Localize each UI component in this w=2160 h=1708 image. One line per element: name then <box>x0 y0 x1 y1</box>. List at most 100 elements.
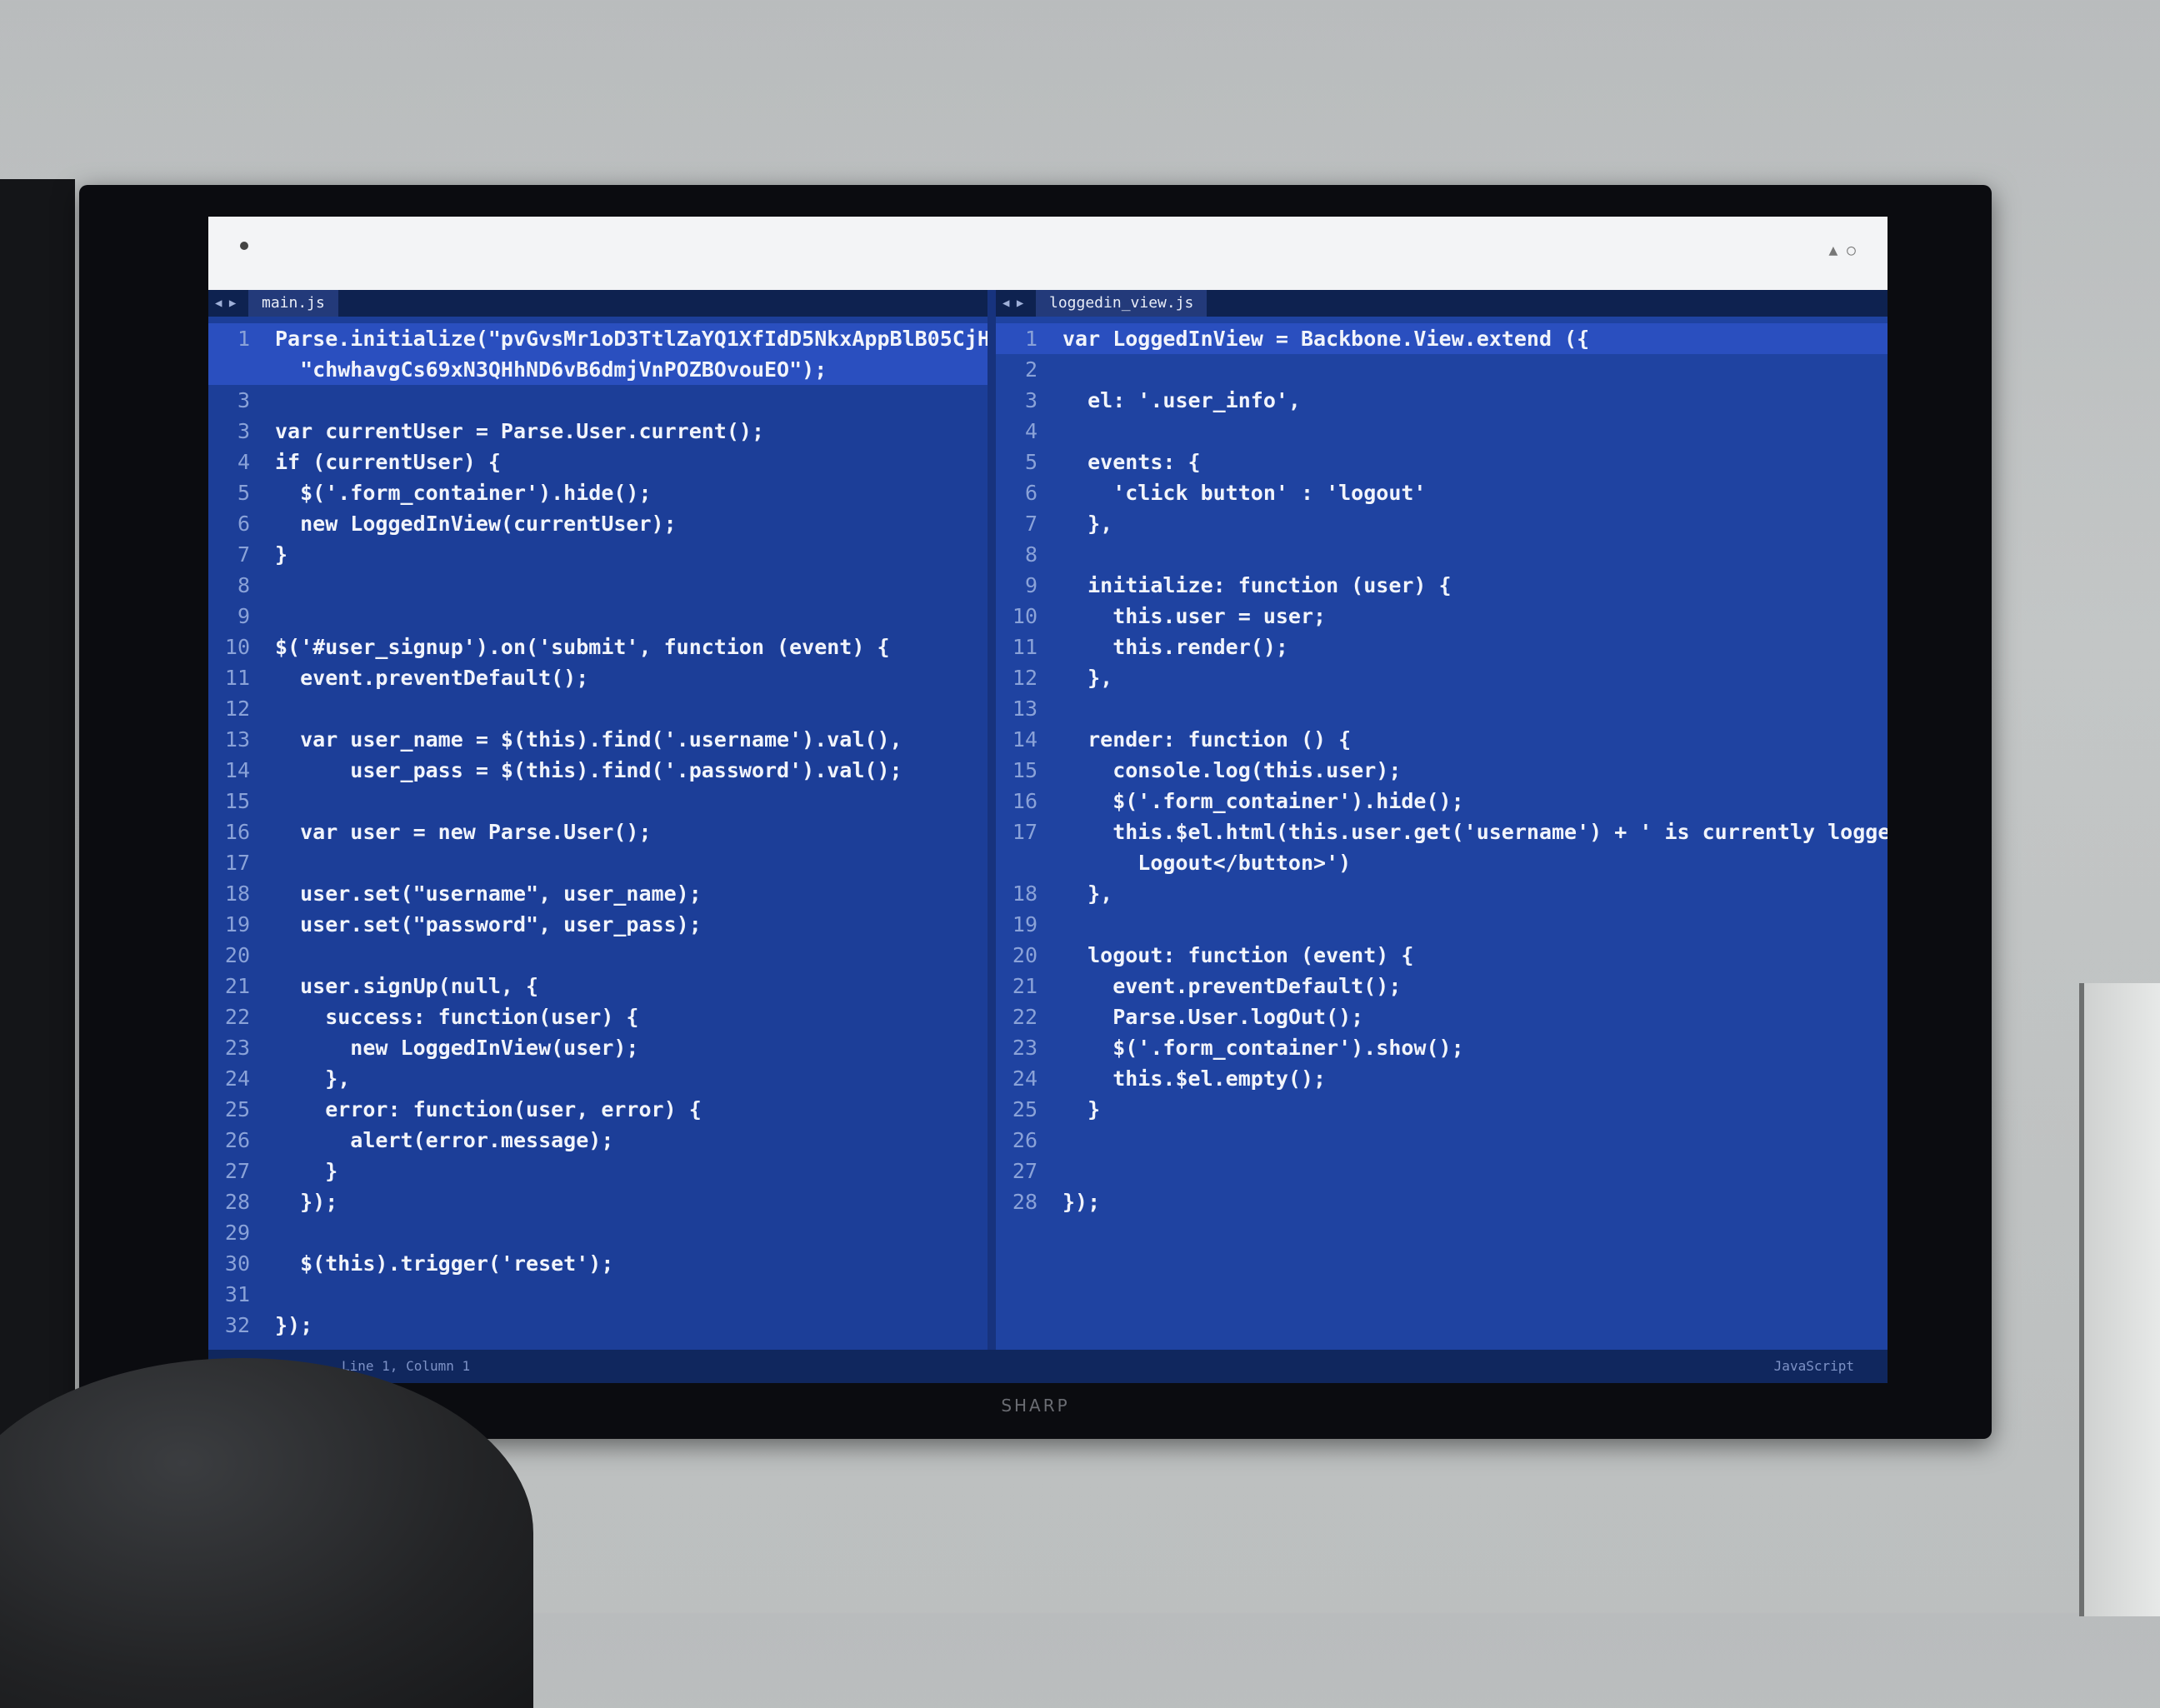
code-line[interactable]: 27 } <box>208 1156 988 1186</box>
code-line[interactable]: 15 <box>208 786 988 817</box>
code-line[interactable]: 1 Parse.initialize("pvGvsMr1oD3TtlZaYQ1Xf… <box>208 323 988 354</box>
code-line[interactable]: 11 this.render(); <box>996 632 1888 662</box>
code-line[interactable]: 6 new LoggedInView(currentUser); <box>208 508 988 539</box>
code-line[interactable]: 25 error: function(user, error) { <box>208 1094 988 1125</box>
code-line[interactable]: 23 new LoggedInView(user); <box>208 1032 988 1063</box>
code-line[interactable]: 16 $('.form_container').hide(); <box>996 786 1888 817</box>
code-text[interactable]: new LoggedInView(user); <box>275 1032 638 1063</box>
tab-nav-arrows-icon[interactable]: ◀ ▶ <box>215 297 236 310</box>
code-text[interactable]: $(this).trigger('reset'); <box>275 1248 613 1279</box>
code-line[interactable]: 13 var user_name = $(this).find('.userna… <box>208 724 988 755</box>
code-line[interactable]: 8 <box>996 539 1888 570</box>
code-line[interactable]: 16 var user = new Parse.User(); <box>208 817 988 847</box>
code-line[interactable]: 19 user.set("password", user_pass); <box>208 909 988 940</box>
syntax-mode[interactable]: JavaScript <box>1774 1350 1854 1383</box>
code-text[interactable]: success: function(user) { <box>275 1001 638 1032</box>
code-line[interactable]: 28}); <box>996 1186 1888 1217</box>
code-line[interactable]: 3 var currentUser = Parse.User.current(); <box>208 416 988 447</box>
code-line[interactable]: 6 'click button' : 'logout' <box>996 477 1888 508</box>
code-line[interactable]: 20 <box>208 940 988 971</box>
code-text[interactable]: events: { <box>1062 447 1200 477</box>
code-text[interactable]: $('.form_container').hide(); <box>1062 786 1463 817</box>
code-text[interactable]: }, <box>1062 662 1112 693</box>
code-text[interactable]: this.$el.empty(); <box>1062 1063 1326 1094</box>
code-text[interactable]: render: function () { <box>1062 724 1351 755</box>
code-line[interactable]: 21 event.preventDefault(); <box>996 971 1888 1001</box>
code-text[interactable]: this.$el.html(this.user.get('username') … <box>1062 817 1888 847</box>
code-text[interactable]: user.set("password", user_pass); <box>275 909 702 940</box>
code-text[interactable]: alert(error.message); <box>275 1125 613 1156</box>
code-line[interactable]: 23 $('.form_container').show(); <box>996 1032 1888 1063</box>
right-code-area[interactable]: 1 var LoggedInView = Backbone.View.extend… <box>996 317 1888 1217</box>
left-code-area[interactable]: 1 Parse.initialize("pvGvsMr1oD3TtlZaYQ1Xf… <box>208 317 988 1341</box>
code-line[interactable]: 14 render: function () { <box>996 724 1888 755</box>
code-line[interactable]: 27 <box>996 1156 1888 1186</box>
code-text[interactable]: this.render(); <box>1062 632 1288 662</box>
code-line[interactable]: 19 <box>996 909 1888 940</box>
code-text[interactable]: Parse.User.logOut(); <box>1062 1001 1363 1032</box>
code-line[interactable]: 7 }, <box>996 508 1888 539</box>
code-text[interactable]: event.preventDefault(); <box>1062 971 1401 1001</box>
window-control-icon[interactable] <box>240 242 248 250</box>
code-line[interactable]: 11 event.preventDefault(); <box>208 662 988 693</box>
code-text[interactable]: }); <box>275 1186 338 1217</box>
code-line[interactable]: 28 }); <box>208 1186 988 1217</box>
code-line[interactable]: 21 user.signUp(null, { <box>208 971 988 1001</box>
code-line[interactable]: 20 logout: function (event) { <box>996 940 1888 971</box>
code-line[interactable]: 30 $(this).trigger('reset'); <box>208 1248 988 1279</box>
code-text[interactable]: error: function(user, error) { <box>275 1094 702 1125</box>
code-text[interactable]: if (currentUser) { <box>275 447 501 477</box>
pane-divider[interactable] <box>988 290 996 1350</box>
code-line[interactable]: 9 initialize: function (user) { <box>996 570 1888 601</box>
code-line[interactable]: 22 success: function(user) { <box>208 1001 988 1032</box>
code-line[interactable]: Logout</button>') <box>996 847 1888 878</box>
code-text[interactable]: var user_name = $(this).find('.username'… <box>275 724 902 755</box>
code-text[interactable]: }, <box>1062 878 1112 909</box>
code-line[interactable]: 12 }, <box>996 662 1888 693</box>
tab-main-js[interactable]: main.js <box>248 290 338 317</box>
code-text[interactable]: initialize: function (user) { <box>1062 570 1452 601</box>
code-text[interactable]: var currentUser = Parse.User.current(); <box>275 416 764 447</box>
code-text[interactable]: Parse.initialize("pvGvsMr1oD3TtlZaYQ1XfI… <box>275 323 988 354</box>
code-text[interactable]: }); <box>275 1310 312 1341</box>
code-line[interactable]: 7} <box>208 539 988 570</box>
code-text[interactable]: }, <box>1062 508 1112 539</box>
code-text[interactable]: $('.form_container').show(); <box>1062 1032 1463 1063</box>
code-text[interactable]: } <box>1062 1094 1100 1125</box>
code-line[interactable]: 8 <box>208 570 988 601</box>
code-text[interactable]: new LoggedInView(currentUser); <box>275 508 677 539</box>
code-line[interactable]: 29 <box>208 1217 988 1248</box>
code-text[interactable]: el: '.user_info', <box>1062 385 1301 416</box>
code-line[interactable]: 17 this.$el.html(this.user.get('username… <box>996 817 1888 847</box>
code-text[interactable]: $('#user_signup').on('submit', function … <box>275 632 890 662</box>
code-line[interactable]: 3 <box>208 385 988 416</box>
code-text[interactable]: var user = new Parse.User(); <box>275 817 651 847</box>
code-line[interactable]: 10 $('#user_signup').on('submit', functio… <box>208 632 988 662</box>
code-line[interactable]: 2 <box>996 354 1888 385</box>
code-line[interactable]: 1 var LoggedInView = Backbone.View.extend… <box>996 323 1888 354</box>
code-line[interactable]: 3 el: '.user_info', <box>996 385 1888 416</box>
code-text[interactable]: } <box>275 539 288 570</box>
code-line[interactable]: 31 <box>208 1279 988 1310</box>
code-text[interactable]: Logout</button>') <box>1062 847 1351 878</box>
tab-loggedin-view-js[interactable]: loggedin_view.js <box>1036 290 1208 317</box>
code-line[interactable]: 5 events: { <box>996 447 1888 477</box>
code-text[interactable]: event.preventDefault(); <box>275 662 588 693</box>
code-line[interactable]: 4 <box>996 416 1888 447</box>
code-text[interactable]: "chwhavgCs69xN3QHhND6vB6dmjVnPOZBOvouEO"… <box>275 354 827 385</box>
code-line[interactable]: 24 this.$el.empty(); <box>996 1063 1888 1094</box>
code-line[interactable]: 32}); <box>208 1310 988 1341</box>
code-line[interactable]: 17 <box>208 847 988 878</box>
code-text[interactable]: this.user = user; <box>1062 601 1326 632</box>
code-line[interactable]: 18 }, <box>996 878 1888 909</box>
code-text[interactable]: 'click button' : 'logout' <box>1062 477 1426 508</box>
code-text[interactable]: logout: function (event) { <box>1062 940 1413 971</box>
code-line[interactable]: 9 <box>208 601 988 632</box>
code-line[interactable]: 24 }, <box>208 1063 988 1094</box>
code-line[interactable]: 5 $('.form_container').hide(); <box>208 477 988 508</box>
code-line[interactable]: 22 Parse.User.logOut(); <box>996 1001 1888 1032</box>
code-line[interactable]: 26 alert(error.message); <box>208 1125 988 1156</box>
code-line[interactable]: 18 user.set("username", user_name); <box>208 878 988 909</box>
code-text[interactable]: $('.form_container').hide(); <box>275 477 651 508</box>
code-text[interactable]: user.set("username", user_name); <box>275 878 702 909</box>
